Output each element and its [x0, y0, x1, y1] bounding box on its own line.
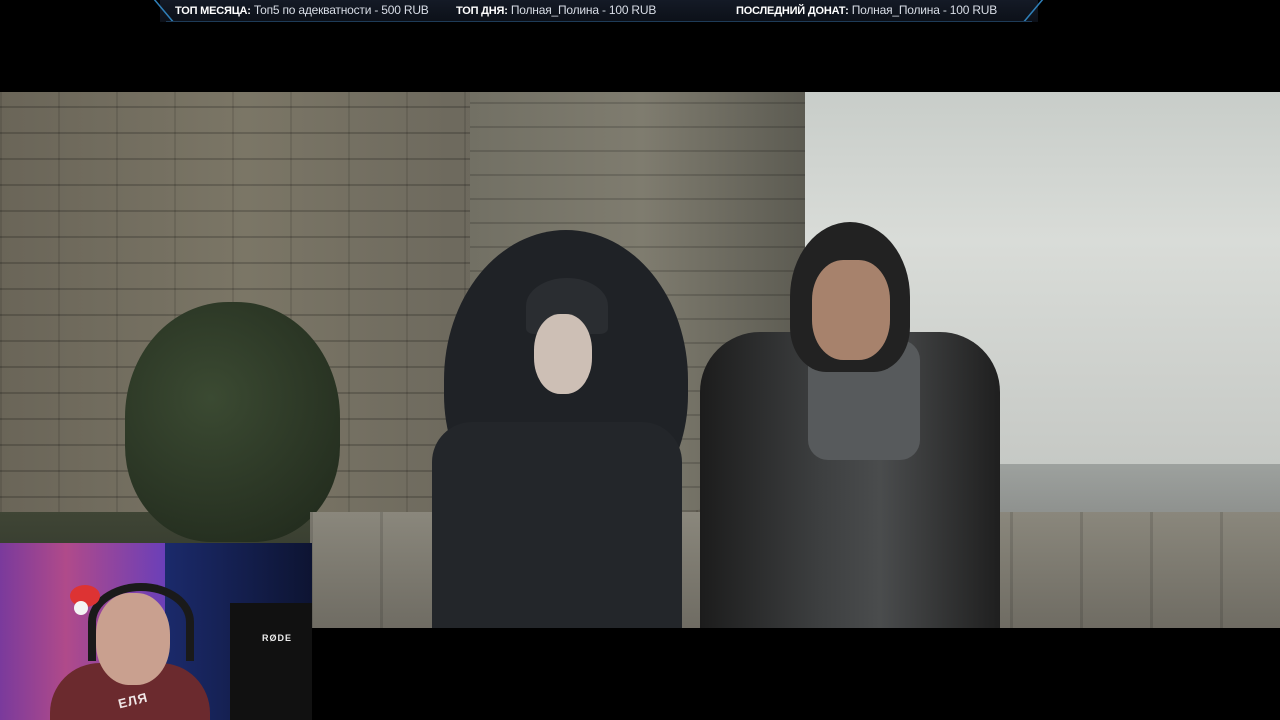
ticker-last-donate: ПОСЛЕДНИЙ ДОНАТ: Полная_Полина - 100 RUB [736, 3, 997, 17]
microphone-arm [230, 603, 312, 720]
ticker-top-day-label: ТОП ДНЯ: [456, 5, 508, 17]
bush [125, 302, 340, 542]
ticker-last-donate-label: ПОСЛЕДНИЙ ДОНАТ: [736, 5, 849, 17]
warrior-face [812, 260, 890, 360]
ticker-top-month-value: Топ5 по адекватности - 500 RUB [253, 3, 429, 17]
ticker-last-donate-value: Полная_Полина - 100 RUB [851, 3, 998, 17]
woman-face [534, 314, 592, 394]
ticker-top-month: ТОП МЕСЯЦА: Топ5 по адекватности - 500 R… [175, 3, 429, 17]
ticker-top-month-label: ТОП МЕСЯЦА: [175, 5, 251, 17]
ticker-top-day: ТОП ДНЯ: Полная_Полина - 100 RUB [456, 3, 656, 17]
santa-hat-pompom [74, 601, 88, 615]
microphone-brand-label: RØDE [262, 633, 293, 643]
webcam-overlay: RØDE ЕЛЯ [0, 543, 312, 720]
ticker-top-day-value: Полная_Полина - 100 RUB [510, 3, 657, 17]
ticker-underline [166, 21, 1032, 22]
headphones-icon [88, 583, 194, 661]
woman-dress [432, 422, 682, 628]
sea [1000, 464, 1280, 514]
